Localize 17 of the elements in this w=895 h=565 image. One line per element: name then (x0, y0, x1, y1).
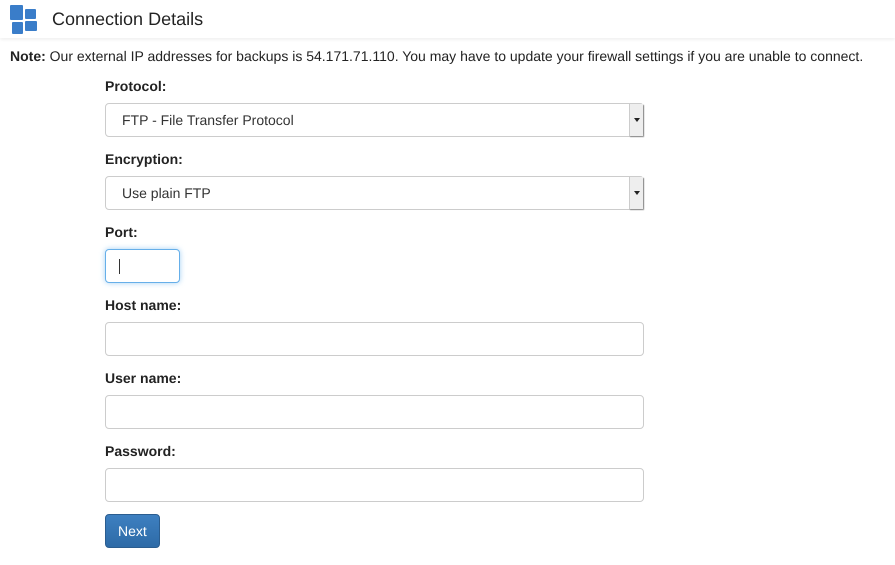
field-label: Protocol: (105, 77, 168, 96)
tiles-icon (10, 4, 38, 34)
field-label: Host name: (105, 296, 182, 315)
text-cursor (119, 258, 120, 274)
field-label: Encryption: (105, 150, 184, 169)
page-title: Connection Details (52, 8, 204, 30)
input-field[interactable] (105, 468, 644, 502)
note-text: Note: Our external IP addresses for backups is 54.171.71.110. You may have to update your firewall settings if you are unable to connect. (9, 47, 864, 66)
input-field[interactable] (105, 249, 180, 283)
input-field[interactable] (105, 395, 644, 429)
input-field[interactable] (105, 322, 644, 356)
select-field[interactable]: Use plain FTP (105, 176, 644, 210)
field-label: Password: (105, 442, 177, 461)
select-field[interactable]: FTP - File Transfer Protocol (105, 103, 644, 137)
field-label: User name: (105, 369, 182, 388)
next-button[interactable]: Next (105, 514, 160, 548)
field-label: Port: (105, 223, 139, 242)
